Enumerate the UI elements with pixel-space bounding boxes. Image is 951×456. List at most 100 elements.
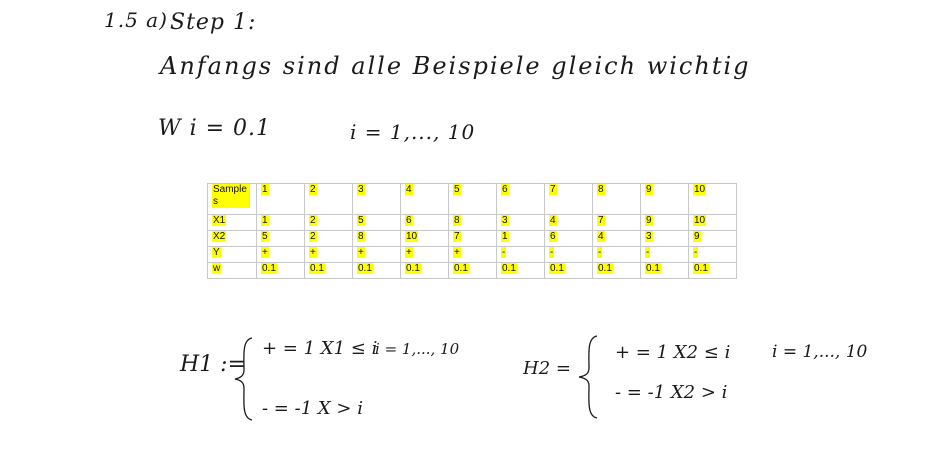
row-label-cell: w — [207, 262, 257, 279]
table-cell-text: 8 — [453, 215, 461, 226]
table-cell-text: 6 — [549, 231, 557, 242]
samples-table: Sample s 1 2 3 4 5 6 7 8 9 10 X1 1 2 5 6 8 3 4 7 9 10 X2 5 2 8 10 7… — [207, 183, 737, 279]
table-cell: 0.1 — [400, 262, 449, 279]
h1-brace — [234, 337, 253, 421]
table-cell: + — [400, 246, 449, 263]
column-header-cell-text: 5 — [453, 184, 461, 195]
table-cell: 8 — [448, 214, 497, 231]
table-cell: 3 — [640, 230, 689, 247]
table-cell: 0.1 — [304, 262, 353, 279]
h2-case-positive: + = 1 X2 ≤ i — [615, 342, 731, 363]
column-header-cell: 6 — [496, 183, 545, 215]
table-row: Y + + + + + - - - - - — [207, 246, 737, 263]
index-range: i = 1,..., 10 — [350, 120, 476, 144]
h2-brace — [578, 335, 598, 419]
table-cell-text: + — [261, 247, 269, 258]
header-label-cell-text: Sample s — [212, 184, 250, 208]
row-label-cell: Y — [207, 246, 257, 263]
table-cell: 0.1 — [256, 262, 305, 279]
column-header-cell-text: 2 — [309, 184, 317, 195]
table-cell: 5 — [352, 214, 401, 231]
table-cell: 4 — [592, 230, 641, 247]
table-row: X2 5 2 8 10 7 1 6 4 3 9 — [207, 230, 737, 247]
column-header-cell: 9 — [640, 183, 689, 215]
row-label-cell: X1 — [207, 214, 257, 231]
row-label-cell: X2 — [207, 230, 257, 247]
table-cell: 0.1 — [544, 262, 593, 279]
h2-name: H2 = — [523, 358, 571, 379]
weight-initialization: W i = 0.1 — [158, 116, 272, 141]
table-cell-text: + — [357, 247, 365, 258]
table-cell-text: 0.1 — [501, 263, 517, 274]
table-cell: 10 — [400, 230, 449, 247]
h1-case-negative: - = -1 X > i — [262, 398, 363, 419]
row-label-cell-text: X2 — [212, 231, 227, 242]
table-cell-text: 7 — [597, 215, 605, 226]
table-cell-text: 4 — [597, 231, 605, 242]
table-cell-text: 5 — [357, 215, 365, 226]
table-cell-text: - — [501, 247, 507, 258]
table-cell-text: 0.1 — [645, 263, 661, 274]
column-header-cell: 10 — [688, 183, 737, 215]
table-cell: 9 — [640, 214, 689, 231]
row-label-cell-text: Y — [212, 247, 221, 258]
table-cell: + — [304, 246, 353, 263]
table-cell-text: 3 — [501, 215, 509, 226]
table-cell: + — [448, 246, 497, 263]
step-label: Step 1: — [170, 10, 257, 35]
table-cell: 8 — [352, 230, 401, 247]
header-label-cell: Sample s — [207, 183, 257, 215]
table-cell: 10 — [688, 214, 737, 231]
table-cell: - — [544, 246, 593, 263]
table-cell-text: 3 — [645, 231, 653, 242]
table-cell-text: 0.1 — [261, 263, 277, 274]
table-cell: 5 — [256, 230, 305, 247]
column-header-cell-text: 4 — [405, 184, 413, 195]
table-row: X1 1 2 5 6 8 3 4 7 9 10 — [207, 214, 737, 231]
table-cell-text: 10 — [405, 231, 419, 242]
h2-case-negative: - = -1 X2 > i — [615, 382, 728, 403]
table-cell-text: - — [597, 247, 603, 258]
table-cell-text: 1 — [261, 215, 269, 226]
table-cell: 0.1 — [592, 262, 641, 279]
column-header-cell-text: 3 — [357, 184, 365, 195]
h1-case-positive: + = 1 X1 ≤ i — [262, 338, 378, 359]
table-cell-text: 4 — [549, 215, 557, 226]
table-cell: 7 — [448, 230, 497, 247]
table-cell-text: 0.1 — [357, 263, 373, 274]
table-cell-text: - — [549, 247, 555, 258]
table-cell: + — [352, 246, 401, 263]
row-label-cell-text: X1 — [212, 215, 227, 226]
column-header-cell: 1 — [256, 183, 305, 215]
h1-index-range: i = 1,..., 10 — [375, 340, 460, 358]
table-cell: 2 — [304, 230, 353, 247]
table-cell: - — [496, 246, 545, 263]
table-cell: - — [688, 246, 737, 263]
table-cell-text: + — [453, 247, 461, 258]
table-header-row: Sample s 1 2 3 4 5 6 7 8 9 10 — [207, 183, 737, 215]
column-header-cell: 2 — [304, 183, 353, 215]
column-header-cell-text: 8 — [597, 184, 605, 195]
table-cell-text: - — [693, 247, 699, 258]
table-cell-text: 0.1 — [597, 263, 613, 274]
column-header-cell-text: 7 — [549, 184, 557, 195]
column-header-cell: 7 — [544, 183, 593, 215]
table-cell: 1 — [256, 214, 305, 231]
row-label-cell-text: w — [212, 263, 222, 274]
table-cell-text: - — [645, 247, 651, 258]
column-header-cell: 3 — [352, 183, 401, 215]
table-cell-text: 0.1 — [549, 263, 565, 274]
table-cell: 9 — [688, 230, 737, 247]
column-header-cell-text: 9 — [645, 184, 653, 195]
column-header-cell-text: 10 — [693, 184, 707, 195]
table-cell: 0.1 — [496, 262, 545, 279]
table-cell-text: + — [309, 247, 317, 258]
table-cell-text: 0.1 — [405, 263, 421, 274]
table-cell-text: 10 — [693, 215, 707, 226]
table-cell-text: 6 — [405, 215, 413, 226]
h2-index-range: i = 1,..., 10 — [772, 342, 868, 362]
table-cell: 1 — [496, 230, 545, 247]
table-cell-text: 1 — [501, 231, 509, 242]
table-cell: 0.1 — [640, 262, 689, 279]
table-cell: 0.1 — [352, 262, 401, 279]
